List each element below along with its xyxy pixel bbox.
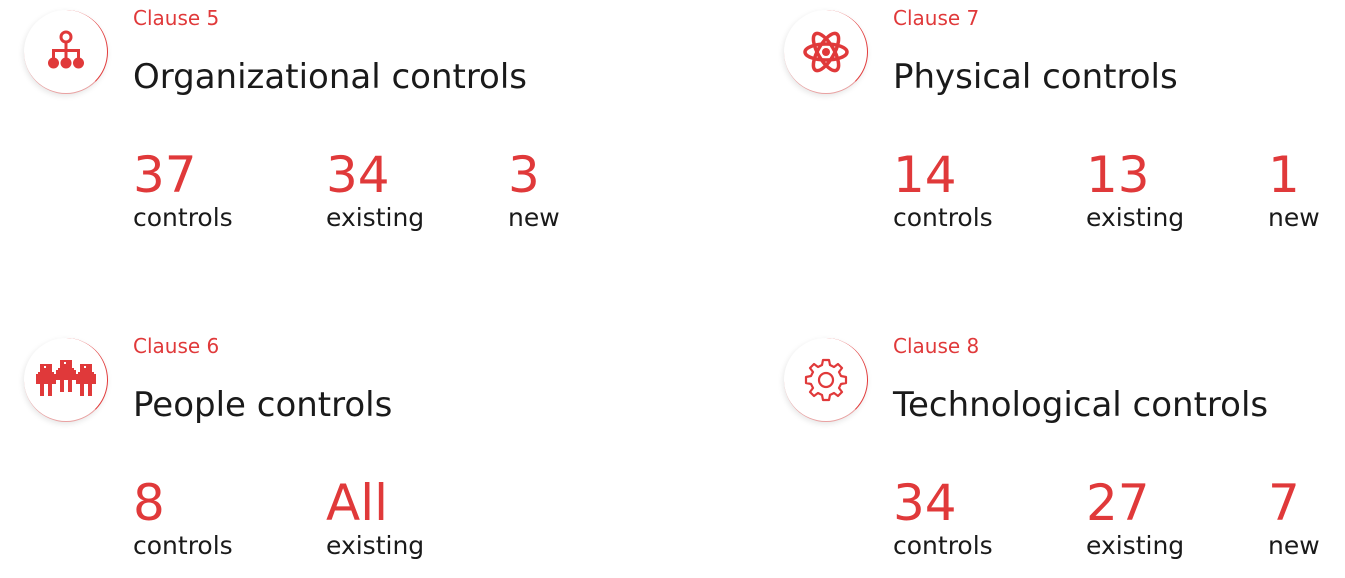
- card-title: Technological controls: [893, 385, 1269, 425]
- stat-value: 3: [508, 146, 540, 204]
- stat-value: 37: [133, 146, 197, 204]
- clause-label: Clause 6: [133, 334, 220, 358]
- stat-controls: 37 controls: [133, 148, 233, 234]
- gear-icon: [784, 338, 868, 422]
- stat-existing: All existing: [326, 476, 424, 562]
- stat-existing: 34 existing: [326, 148, 424, 234]
- stat-value: 8: [133, 474, 165, 532]
- stat-label: controls: [893, 531, 993, 560]
- stat-controls: 8 controls: [133, 476, 233, 562]
- stat-value: 13: [1086, 146, 1150, 204]
- stat-value: 14: [893, 146, 957, 204]
- clause-card-people: Clause 6 People controls 8 controls All …: [0, 328, 600, 578]
- clause-card-technological: Clause 8 Technological controls 34 contr…: [760, 328, 1345, 578]
- stat-value: All: [326, 474, 388, 532]
- stat-label: new: [508, 203, 560, 232]
- atom-icon: [784, 10, 868, 94]
- clause-card-physical: Clause 7 Physical controls 14 controls 1…: [760, 0, 1345, 250]
- stat-label: existing: [326, 203, 425, 232]
- stat-controls: 34 controls: [893, 476, 993, 562]
- stat-label: existing: [1086, 531, 1185, 560]
- clause-label: Clause 8: [893, 334, 980, 358]
- stat-existing: 13 existing: [1086, 148, 1184, 234]
- stat-value: 7: [1268, 474, 1300, 532]
- card-title: Organizational controls: [133, 57, 528, 97]
- stat-label: new: [1268, 531, 1320, 560]
- card-title: Physical controls: [893, 57, 1178, 97]
- stat-value: 34: [893, 474, 957, 532]
- clause-label: Clause 7: [893, 6, 980, 30]
- card-title: People controls: [133, 385, 393, 425]
- stat-label: existing: [1086, 203, 1185, 232]
- stat-label: controls: [133, 203, 233, 232]
- org-chart-icon: [24, 10, 108, 94]
- stat-label: new: [1268, 203, 1320, 232]
- stat-new: 1 new: [1268, 148, 1320, 234]
- stat-value: 34: [326, 146, 390, 204]
- stat-existing: 27 existing: [1086, 476, 1184, 562]
- stat-controls: 14 controls: [893, 148, 993, 234]
- clause-label: Clause 5: [133, 6, 220, 30]
- stat-value: 27: [1086, 474, 1150, 532]
- stat-new: 3 new: [508, 148, 560, 234]
- people-icon: [24, 338, 108, 422]
- stat-label: controls: [893, 203, 993, 232]
- stat-new: 7 new: [1268, 476, 1320, 562]
- stat-value: 1: [1268, 146, 1300, 204]
- stat-label: controls: [133, 531, 233, 560]
- clause-card-organizational: Clause 5 Organizational controls 37 cont…: [0, 0, 600, 250]
- stat-label: existing: [326, 531, 425, 560]
